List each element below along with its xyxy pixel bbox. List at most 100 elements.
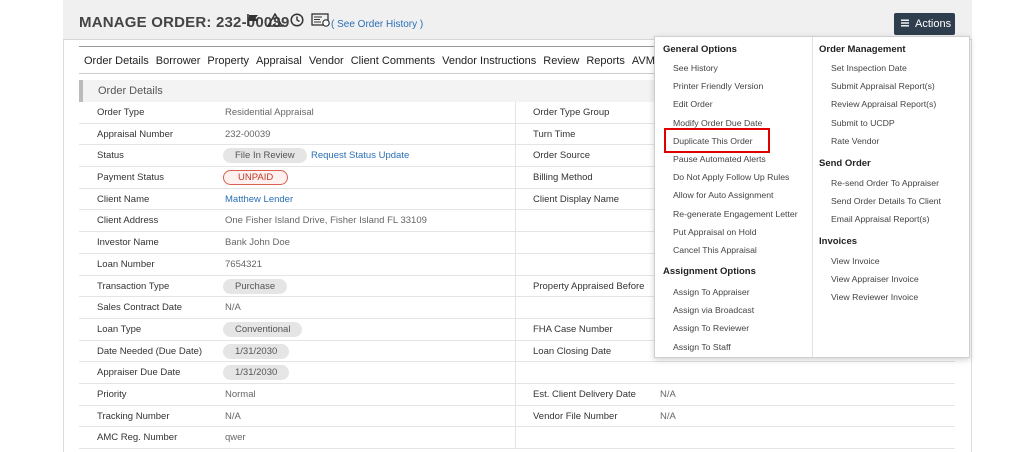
field-label: Est. Client Delivery Date bbox=[533, 388, 636, 400]
column-divider bbox=[515, 210, 516, 232]
column-divider bbox=[515, 188, 516, 210]
menu-item-view-appraiser-invoice[interactable]: View Appraiser Invoice bbox=[831, 274, 919, 284]
menu-item-re-generate-engagement-letter[interactable]: Re-generate Engagement Letter bbox=[673, 209, 798, 219]
field-label: Priority bbox=[97, 388, 127, 400]
header-icons bbox=[246, 13, 331, 27]
column-divider bbox=[515, 275, 516, 297]
field-label: Appraisal Number bbox=[97, 128, 174, 140]
column-divider bbox=[515, 123, 516, 145]
menu-item-assign-to-appraiser[interactable]: Assign To Appraiser bbox=[673, 287, 750, 297]
tab-order-details[interactable]: Order Details bbox=[84, 55, 149, 67]
field-label: Property Appraised Before bbox=[533, 280, 645, 292]
field-label: Date Needed (Due Date) bbox=[97, 345, 203, 357]
flag-icon[interactable] bbox=[246, 13, 260, 27]
field-label: Vendor File Number bbox=[533, 410, 618, 422]
field-value: N/A bbox=[660, 410, 676, 422]
menu-item-see-history[interactable]: See History bbox=[673, 63, 718, 73]
menu-item-submit-appraisal-reports[interactable]: Submit Appraisal Report(s) bbox=[831, 81, 935, 91]
column-divider bbox=[515, 167, 516, 188]
menu-item-edit-order[interactable]: Edit Order bbox=[673, 99, 713, 109]
menu-item-assign-to-staff[interactable]: Assign To Staff bbox=[673, 342, 731, 352]
field-label: Client Display Name bbox=[533, 193, 620, 205]
field-label: Tracking Number bbox=[97, 410, 170, 422]
column-divider bbox=[515, 297, 516, 318]
table-row: Priority Normal Est. Client Delivery Date N… bbox=[79, 383, 955, 406]
table-row: Tracking Number N/A Vendor File Number N/A bbox=[79, 405, 955, 428]
field-label: Loan Type bbox=[97, 323, 142, 335]
menu-heading-general-options: General Options bbox=[663, 44, 737, 55]
tab-appraisal[interactable]: Appraisal bbox=[256, 55, 302, 67]
menu-item-pause-automated-alerts[interactable]: Pause Automated Alerts bbox=[673, 154, 766, 164]
field-value: Normal bbox=[225, 388, 256, 400]
payment-status-badge: UNPAID bbox=[223, 170, 289, 186]
menu-item-assign-to-reviewer[interactable]: Assign To Reviewer bbox=[673, 323, 749, 333]
field-label: Billing Method bbox=[533, 172, 593, 184]
tab-vendor[interactable]: Vendor bbox=[309, 55, 344, 67]
field-value-badge: File In Review bbox=[223, 148, 307, 164]
tab-client-comments[interactable]: Client Comments bbox=[351, 55, 435, 67]
field-label: AMC Reg. Number bbox=[97, 432, 178, 444]
column-divider bbox=[515, 427, 516, 448]
menu-column-divider bbox=[812, 37, 813, 357]
tab-property[interactable]: Property bbox=[207, 55, 249, 67]
menu-item-cancel-this-appraisal[interactable]: Cancel This Appraisal bbox=[673, 245, 757, 255]
tab-review[interactable]: Review bbox=[543, 55, 579, 67]
field-value: 232-00039 bbox=[225, 128, 271, 140]
field-label: Transaction Type bbox=[97, 280, 170, 292]
menu-item-rate-vendor[interactable]: Rate Vendor bbox=[831, 136, 879, 146]
menu-item-assign-via-broadcast[interactable]: Assign via Broadcast bbox=[673, 305, 754, 315]
table-row: AMC Reg. Number qwer bbox=[79, 427, 955, 449]
field-value-badge: 1/31/2030 bbox=[223, 365, 290, 381]
field-label: Loan Closing Date bbox=[533, 345, 612, 357]
clock-icon[interactable] bbox=[290, 13, 304, 27]
field-value: N/A bbox=[660, 388, 676, 400]
menu-item-set-inspection-date[interactable]: Set Inspection Date bbox=[831, 63, 907, 73]
menu-item-view-reviewer-invoice[interactable]: View Reviewer Invoice bbox=[831, 292, 918, 302]
field-label: Client Address bbox=[97, 215, 159, 227]
table-row: Appraiser Due Date 1/31/2030 bbox=[79, 362, 955, 384]
menu-item-modify-order-due-date[interactable]: Modify Order Due Date bbox=[673, 118, 762, 128]
field-label: Status bbox=[97, 150, 124, 162]
menu-item-submit-to-ucdp[interactable]: Submit to UCDP bbox=[831, 118, 895, 128]
field-value: qwer bbox=[225, 432, 246, 444]
column-divider bbox=[515, 405, 516, 427]
client-name-link[interactable]: Matthew Lender bbox=[225, 194, 293, 205]
menu-item-allow-for-auto-assignment[interactable]: Allow for Auto Assignment bbox=[673, 190, 773, 200]
warning-icon[interactable] bbox=[267, 13, 283, 27]
field-label: Appraiser Due Date bbox=[97, 367, 181, 379]
menu-item-email-appraisal-reports[interactable]: Email Appraisal Report(s) bbox=[831, 214, 930, 224]
tab-borrower[interactable]: Borrower bbox=[156, 55, 201, 67]
column-divider bbox=[515, 232, 516, 253]
field-value: Bank John Doe bbox=[225, 237, 290, 249]
order-tabs: Order Details Borrower Property Appraisa… bbox=[84, 55, 683, 67]
see-order-history-link[interactable]: ( See Order History ) bbox=[331, 19, 423, 30]
actions-button[interactable]: Actions bbox=[894, 13, 955, 35]
column-divider bbox=[515, 253, 516, 275]
field-value: One Fisher Island Drive, Fisher Island F… bbox=[225, 215, 427, 227]
field-value: 7654321 bbox=[225, 258, 262, 270]
field-label: Order Type bbox=[97, 107, 145, 118]
menu-heading-order-management: Order Management bbox=[819, 44, 906, 55]
column-divider bbox=[515, 383, 516, 405]
invoice-icon[interactable] bbox=[311, 13, 331, 27]
tab-reports[interactable]: Reports bbox=[586, 55, 625, 67]
field-label: FHA Case Number bbox=[533, 323, 613, 335]
menu-item-review-appraisal-reports[interactable]: Review Appraisal Report(s) bbox=[831, 99, 936, 109]
menu-item-view-invoice[interactable]: View Invoice bbox=[831, 256, 880, 266]
field-label: Client Name bbox=[97, 193, 150, 205]
field-label: Sales Contract Date bbox=[97, 302, 183, 314]
field-value: Residential Appraisal bbox=[225, 107, 314, 118]
menu-item-put-appraisal-on-hold[interactable]: Put Appraisal on Hold bbox=[673, 227, 757, 237]
field-value-badge: 1/31/2030 bbox=[223, 343, 290, 359]
tab-vendor-instructions[interactable]: Vendor Instructions bbox=[442, 55, 536, 67]
menu-item-re-send-order-to-appraiser[interactable]: Re-send Order To Appraiser bbox=[831, 178, 939, 188]
menu-item-send-order-details-to-client[interactable]: Send Order Details To Client bbox=[831, 196, 941, 206]
menu-heading-send-order: Send Order bbox=[819, 158, 871, 169]
column-divider bbox=[515, 145, 516, 167]
column-divider bbox=[515, 102, 516, 123]
column-divider bbox=[515, 362, 516, 383]
menu-item-printer-friendly-version[interactable]: Printer Friendly Version bbox=[673, 81, 763, 91]
request-status-update-link[interactable]: Request Status Update bbox=[311, 150, 409, 161]
menu-item-do-not-apply-follow-up-rules[interactable]: Do Not Apply Follow Up Rules bbox=[673, 172, 789, 182]
field-label: Loan Number bbox=[97, 258, 155, 270]
